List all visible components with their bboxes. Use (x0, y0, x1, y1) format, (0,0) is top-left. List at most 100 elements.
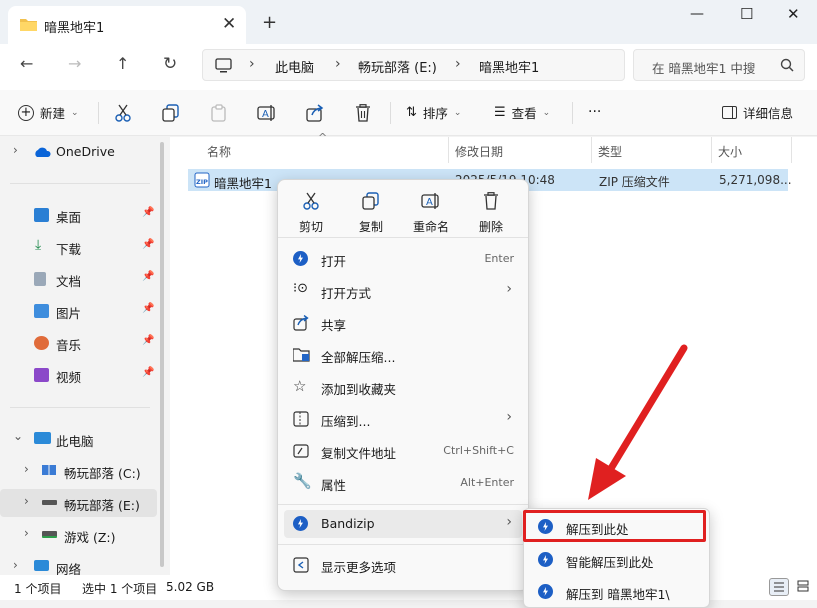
column-header-size[interactable]: 大小 (718, 143, 742, 160)
pin-icon[interactable]: 📌 (142, 367, 154, 378)
divider (278, 237, 528, 238)
sidebar-item-label: 畅玩部落 (C:) (64, 466, 141, 481)
sidebar-item-drive-e[interactable]: › 畅玩部落 (E:) (0, 489, 157, 517)
pin-icon[interactable]: 📌 (142, 335, 154, 346)
pin-icon[interactable]: 📌 (142, 207, 154, 218)
tab-title: 暗黑地牢1 (44, 21, 105, 36)
sidebar-item-label: 此电脑 (56, 434, 94, 449)
menu-item-add-favorite[interactable]: ☆ 添加到收藏夹 (284, 373, 522, 401)
sidebar-item-desktop[interactable]: 桌面 📌 (0, 201, 160, 229)
cut-icon[interactable] (114, 104, 132, 122)
tab-active[interactable]: 暗黑地牢1 ✕ (8, 6, 246, 44)
back-arrow-icon[interactable]: ← (20, 54, 33, 73)
refresh-icon[interactable]: ↻ (163, 54, 177, 74)
sidebar-item-thispc[interactable]: ⌄ 此电脑 (0, 425, 160, 453)
sidebar-item-videos[interactable]: 视频 📌 (0, 361, 160, 389)
delete-icon[interactable] (355, 104, 371, 122)
chevron-down-icon: ⌄ (453, 107, 462, 118)
pin-icon[interactable]: 📌 (142, 239, 154, 250)
column-divider[interactable] (448, 137, 449, 163)
maximize-button[interactable]: ☐ (740, 5, 753, 23)
divider (10, 183, 150, 184)
sidebar-item-drive-z[interactable]: › 游戏 (Z:) (0, 521, 160, 549)
download-icon: ⤓ (35, 237, 42, 253)
breadcrumb-thispc[interactable]: 此电脑 (275, 57, 314, 76)
minimize-button[interactable]: — (690, 6, 704, 22)
copy-button[interactable]: 复制 (341, 192, 401, 235)
forward-arrow-icon[interactable]: → (68, 54, 81, 73)
menu-item-share[interactable]: 共享 (284, 309, 522, 337)
tiles-view-icon[interactable] (794, 578, 814, 596)
document-icon (34, 272, 46, 286)
sidebar-item-label: 图片 (56, 306, 82, 321)
rename-icon[interactable]: A (257, 104, 277, 122)
sidebar-scrollbar[interactable] (160, 142, 164, 567)
menu-item-label: 压缩到... (321, 414, 371, 429)
pin-icon[interactable]: 📌 (142, 303, 154, 314)
wrench-icon: 🔧 (293, 472, 312, 490)
cut-button[interactable]: 剪切 (281, 192, 341, 235)
rename-label: 重命名 (412, 220, 449, 234)
column-divider[interactable] (711, 137, 712, 163)
menu-item-bandizip[interactable]: Bandizip › (284, 510, 522, 538)
details-pane-button[interactable]: 详细信息 (722, 103, 793, 122)
rename-button[interactable]: A 重命名 (401, 192, 461, 235)
search-icon[interactable] (780, 58, 794, 72)
copy-label: 复制 (358, 220, 383, 234)
share-icon (293, 315, 309, 331)
new-button[interactable]: + 新建 ⌄ (18, 103, 79, 122)
menu-item-open-with[interactable]: ⁝⊙ 打开方式 › (284, 277, 522, 305)
chevron-right-icon: › (506, 281, 512, 297)
network-drive-icon (42, 531, 57, 538)
breadcrumb-drive-e[interactable]: 畅玩部落 (E:) (358, 57, 437, 76)
up-arrow-icon[interactable]: ↑ (116, 54, 129, 73)
bandizip-icon (538, 584, 553, 599)
menu-item-show-more[interactable]: 显示更多选项 (284, 551, 522, 579)
menu-item-open[interactable]: 打开 Enter (284, 245, 522, 273)
chevron-right-icon: › (24, 462, 29, 476)
menu-item-compress-to[interactable]: 压缩到... › (284, 405, 522, 433)
sidebar-item-music[interactable]: 音乐 📌 (0, 329, 160, 357)
new-tab-button[interactable]: + (262, 12, 277, 33)
column-header-type[interactable]: 类型 (598, 143, 622, 160)
sidebar-item-label: 游戏 (Z:) (64, 530, 116, 545)
sidebar-item-label: OneDrive (56, 144, 115, 159)
column-header-name[interactable]: 名称 (207, 143, 231, 160)
submenu-item-extract-to-folder[interactable]: 解压到 暗黑地牢1\ (528, 577, 706, 607)
menu-item-properties[interactable]: 🔧 属性 Alt+Enter (284, 469, 522, 497)
column-divider[interactable] (791, 137, 792, 163)
search-box[interactable]: 在 暗黑地牢1 中搜 (633, 49, 805, 81)
menu-item-extract-all[interactable]: 全部解压缩... (284, 341, 522, 369)
annotation-arrow-icon (588, 344, 688, 500)
address-bar[interactable]: › 此电脑 › 畅玩部落 (E:) › 暗黑地牢1 (202, 49, 625, 81)
sidebar-item-downloads[interactable]: ⤓ 下载 📌 (0, 233, 160, 261)
more-options-button[interactable]: ··· (588, 104, 601, 120)
column-header-date[interactable]: 修改日期 (455, 143, 503, 160)
selected-size: 5.02 GB (166, 580, 215, 594)
share-icon[interactable] (306, 104, 324, 122)
copy-icon[interactable] (162, 104, 180, 122)
menu-item-label: 打开方式 (321, 286, 372, 301)
paste-icon[interactable] (210, 104, 228, 122)
sidebar-item-drive-c[interactable]: › 畅玩部落 (C:) (0, 457, 160, 485)
sort-button[interactable]: ⇅ 排序 ⌄ (406, 103, 461, 122)
menu-item-copy-path[interactable]: 复制文件地址 Ctrl+Shift+C (284, 437, 522, 465)
new-label: 新建 (40, 106, 66, 121)
sidebar-item-onedrive[interactable]: › OneDrive (0, 138, 160, 166)
tab-close-icon[interactable]: ✕ (222, 14, 236, 34)
column-divider[interactable] (591, 137, 592, 163)
search-input[interactable]: 在 暗黑地牢1 中搜 (652, 58, 762, 77)
sidebar-item-documents[interactable]: 文档 📌 (0, 265, 160, 293)
pin-icon[interactable]: 📌 (142, 271, 154, 282)
sidebar-item-pictures[interactable]: 图片 📌 (0, 297, 160, 325)
view-button[interactable]: ☰ 查看 ⌄ (494, 103, 550, 122)
cloud-icon (33, 147, 51, 158)
breadcrumb-folder[interactable]: 暗黑地牢1 (479, 57, 539, 76)
details-view-icon[interactable] (769, 578, 789, 596)
delete-button[interactable]: 删除 (461, 192, 521, 235)
close-window-button[interactable]: ✕ (787, 5, 800, 23)
submenu-item-smart-extract[interactable]: 智能解压到此处 (528, 545, 706, 575)
chevron-right-icon: › (24, 494, 29, 508)
drive-icon (42, 500, 57, 505)
breadcrumb-separator: › (335, 56, 341, 72)
